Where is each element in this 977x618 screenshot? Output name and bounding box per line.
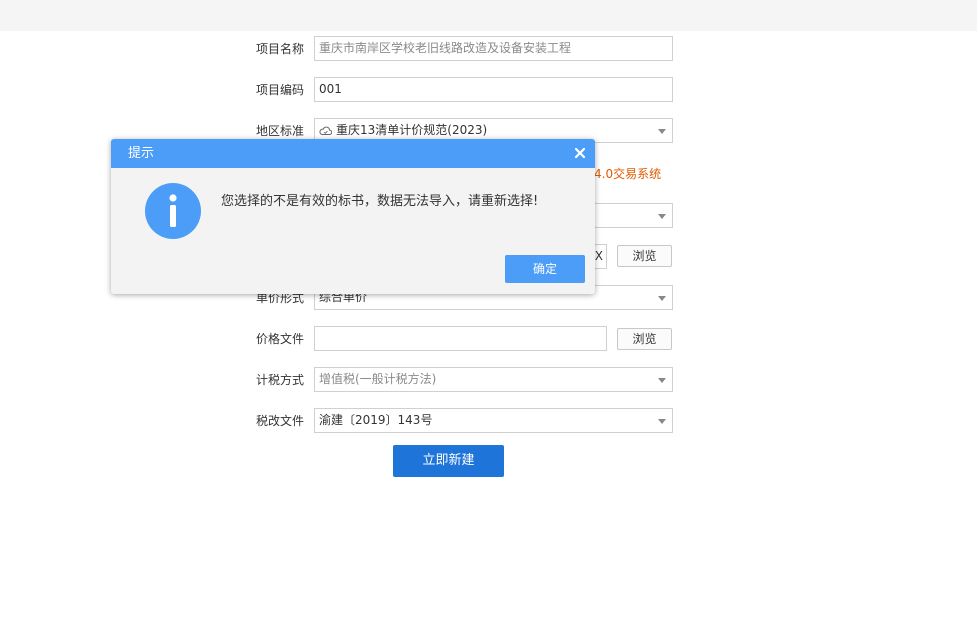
info-icon [145,183,201,239]
project-name-label: 项目名称 [255,42,304,56]
project-code-label: 项目编码 [255,83,304,97]
confirm-button[interactable]: 确定 [505,255,585,283]
project-name-input[interactable]: 重庆市南岸区学校老旧线路改造及设备安装工程 [314,36,673,61]
cloud-icon [319,126,332,135]
dialog-message: 您选择的不是有效的标书，数据无法导入，请重新选择! [221,194,539,209]
hint-text: 4.0交易系统 [594,167,662,181]
create-now-button[interactable]: 立即新建 [393,445,504,477]
form-row-project-name: 项目名称 重庆市南岸区学校老旧线路改造及设备安装工程 [0,36,977,62]
form-row-tax-method: 计税方式 增值税(一般计税方法) [0,367,977,393]
dialog-header: 提示 [111,139,595,168]
tax-method-select[interactable]: 增值税(一般计税方法) [314,367,673,392]
form-row-project-code: 项目编码 001 [0,77,977,103]
form-row-tax-reform: 税改文件 渝建〔2019〕143号 [0,408,977,434]
tax-reform-select[interactable]: 渝建〔2019〕143号 [314,408,673,433]
price-file-label: 价格文件 [255,332,304,346]
tax-method-label: 计税方式 [255,373,304,387]
top-bar [0,0,977,31]
dialog-title: 提示 [128,146,155,161]
price-file-input[interactable] [314,326,607,351]
project-code-input[interactable]: 001 [314,77,673,102]
region-standard-value: 重庆13清单计价规范(2023) [336,123,488,137]
bid-file-fragment: X [594,249,603,263]
form-row-price-file: 价格文件 浏览 [0,326,977,352]
bid-file-browse-button[interactable]: 浏览 [617,245,672,267]
price-file-browse-button[interactable]: 浏览 [617,328,672,350]
tax-reform-label: 税改文件 [255,414,304,428]
close-icon[interactable] [573,146,587,160]
alert-dialog: 提示 您选择的不是有效的标书，数据无法导入，请重新选择! 确定 [111,139,595,294]
